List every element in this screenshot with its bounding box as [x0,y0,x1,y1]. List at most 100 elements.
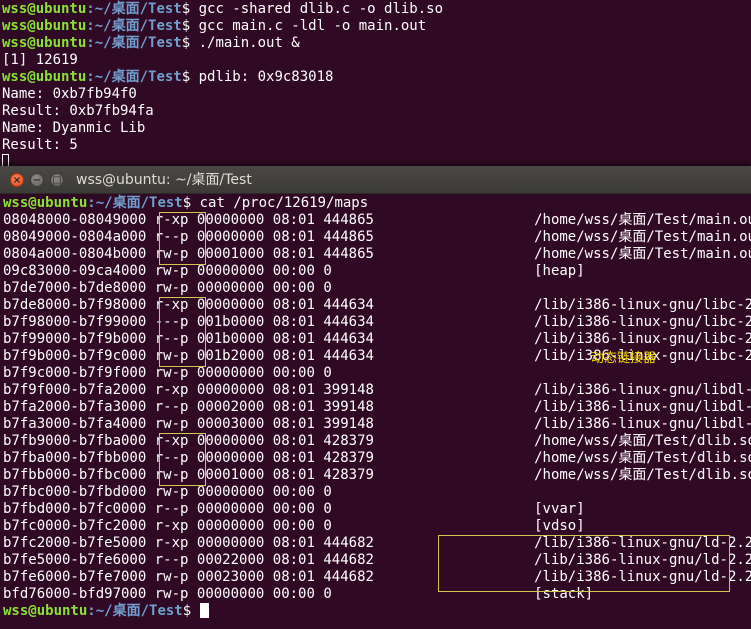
map-pathname: /lib/i386-linux-gnu/libdl-2.23.so [534,382,751,398]
map-dev: 00:00 [272,586,315,602]
map-offset: 00000000 [196,212,265,228]
map-offset: 001b2000 [196,348,265,364]
map-inode: 0 [323,280,332,296]
map-range: b7fbc000-b7fbd000 [3,484,147,500]
background-terminal[interactable]: wss@ubuntu:~/桌面/Test$ gcc -shared dlib.c… [0,1,751,168]
map-range: 0804a000-0804b000 [3,246,147,262]
command-text: gcc main.c -ldl -o main.out [198,18,427,34]
map-range: b7fa2000-b7fa3000 [3,399,147,415]
prompt-path: :~/桌面/Test [87,603,183,619]
map-row: 08048000-08049000 r-xp 00000000 08:01 44… [0,212,751,229]
close-icon[interactable]: × [10,173,24,187]
map-inode: 444865 [323,229,374,245]
text-cursor[interactable] [199,603,209,618]
map-pathname: /lib/i386-linux-gnu/libc-2.23.so [534,314,751,330]
bg-output-line: [1] 12619 [2,52,78,68]
map-pathname: /lib/i386-linux-gnu/libc-2.23.so [534,297,751,313]
window-titlebar[interactable]: × − □ wss@ubuntu: ~/桌面/Test [0,166,751,194]
prompt-user-host: wss@ubuntu [2,35,87,51]
map-perms: rw-p [154,348,189,364]
map-range: b7fbb000-b7fbc000 [3,467,147,483]
map-offset: 00022000 [196,552,265,568]
map-dev: 00:00 [272,365,315,381]
map-perms: r-xp [154,518,189,534]
map-inode: 444634 [323,297,374,313]
map-pathname: /lib/i386-linux-gnu/libc-2.23.so [534,331,751,347]
map-inode: 444634 [323,348,374,364]
bg-output-line: Result: 0xb7fb94fa [2,103,154,119]
map-inode: 444634 [323,331,374,347]
map-dev: 08:01 [272,348,315,364]
prompt-symbol: $ [182,195,200,211]
map-perms: rw-p [154,365,189,381]
window-title: wss@ubuntu: ~/桌面/Test [76,172,252,188]
command-text: cat /proc/12619/maps [199,195,369,211]
prompt-symbol: $ [181,69,199,85]
map-offset: 00000000 [196,586,265,602]
map-perms: rw-p [154,416,189,432]
map-range: b7f9c000-b7f9f000 [3,365,147,381]
command-text: ./main.out & [198,35,300,51]
map-perms: rw-p [154,467,189,483]
map-row: b7f9f000-b7fa2000 r-xp 00000000 08:01 39… [0,382,751,399]
map-pathname: /home/wss/桌面/Test/main.out [534,229,751,245]
map-inode: 444682 [323,552,374,568]
map-dev: 08:01 [272,331,315,347]
map-inode: 428379 [323,450,374,466]
map-offset: 00000000 [196,382,265,398]
map-offset: 00002000 [196,399,265,415]
terminal-window[interactable]: × − □ wss@ubuntu: ~/桌面/Test wss@ubuntu:~… [0,166,751,629]
map-inode: 444634 [323,314,374,330]
map-offset: 00000000 [196,263,265,279]
final-prompt-line: wss@ubuntu:~/桌面/Test$ [0,603,751,620]
map-row: b7f9c000-b7f9f000 rw-p 00000000 00:00 0 [0,365,751,382]
memory-map-output: 08048000-08049000 r-xp 00000000 08:01 44… [0,212,751,603]
map-row: 08049000-0804a000 r--p 00000000 08:01 44… [0,229,751,246]
map-range: b7f99000-b7f9b000 [3,331,147,347]
map-row: b7fa3000-b7fa4000 rw-p 00003000 08:01 39… [0,416,751,433]
map-row: b7fbb000-b7fbc000 rw-p 00001000 08:01 42… [0,467,751,484]
terminal-content[interactable]: wss@ubuntu:~/桌面/Test$ cat /proc/12619/ma… [0,194,751,620]
map-offset: 00000000 [196,365,265,381]
minimize-icon[interactable]: − [30,173,44,187]
map-range: b7fe6000-b7fe7000 [3,569,147,585]
map-dev: 08:01 [272,535,315,551]
map-perms: rw-p [154,586,189,602]
map-row: b7fc0000-b7fc2000 r-xp 00000000 00:00 0 … [0,518,751,535]
map-range: b7fba000-b7fbb000 [3,450,147,466]
map-range: 09c83000-09ca4000 [3,263,147,279]
map-inode: 444682 [323,535,374,551]
map-range: b7de7000-b7de8000 [3,280,147,296]
map-inode: 0 [323,586,332,602]
map-offset: 00003000 [196,416,265,432]
prompt-user-host: wss@ubuntu [2,69,87,85]
map-offset: 00000000 [196,484,265,500]
map-row: b7fe6000-b7fe7000 rw-p 00023000 08:01 44… [0,569,751,586]
map-dev: 00:00 [272,484,315,500]
map-row: b7fe5000-b7fe6000 r--p 00022000 08:01 44… [0,552,751,569]
map-dev: 00:00 [272,263,315,279]
map-pathname: /home/wss/桌面/Test/dlib.so [534,450,751,466]
map-inode: 0 [323,263,332,279]
map-range: b7fbd000-b7fc0000 [3,501,147,517]
map-inode: 444865 [323,212,374,228]
map-pathname: /home/wss/桌面/Test/dlib.so [534,467,751,483]
map-pathname: [stack] [534,586,594,602]
map-offset: 00000000 [196,518,265,534]
map-inode: 0 [323,484,332,500]
map-dev: 08:01 [272,433,315,449]
map-inode: 399148 [323,399,374,415]
map-pathname: [vdso] [534,518,585,534]
prompt-user-host: wss@ubuntu [2,1,87,17]
map-dev: 00:00 [272,518,315,534]
desktop-screen: wss@ubuntu:~/桌面/Test$ gcc -shared dlib.c… [0,0,751,629]
prompt-user-host: wss@ubuntu [2,18,87,34]
map-offset: 00000000 [196,501,265,517]
map-pathname: /lib/i386-linux-gnu/libdl-2.23.so [534,399,751,415]
map-pathname: /home/wss/桌面/Test/main.out [534,246,751,262]
map-row: b7fa2000-b7fa3000 r--p 00002000 08:01 39… [0,399,751,416]
map-dev: 00:00 [272,280,315,296]
map-dev: 08:01 [272,314,315,330]
map-perms: r-xp [154,433,189,449]
maximize-icon[interactable]: □ [50,173,64,187]
